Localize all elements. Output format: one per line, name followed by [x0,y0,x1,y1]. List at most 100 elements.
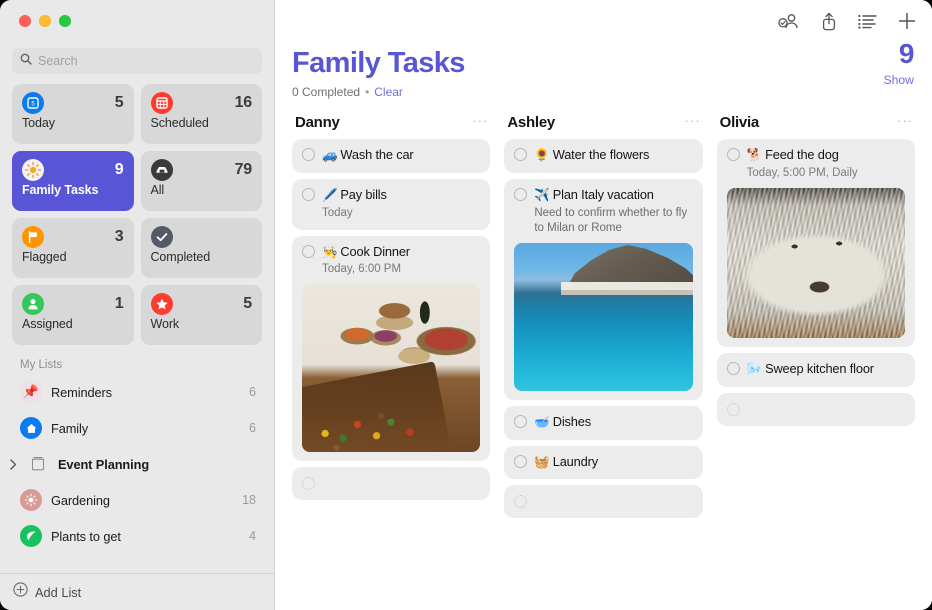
task-title: Water the flowers [553,147,650,162]
sidebar-item-gardening[interactable]: Gardening 18 [10,482,264,518]
zoom-window-button[interactable] [59,15,71,27]
column-menu-button[interactable]: ··· [472,114,488,131]
task-due-date: Today, 6:00 PM [322,262,480,277]
clear-completed-button[interactable]: Clear [374,85,403,99]
list-header: Family Tasks 0 Completed • Clear 9 Show [275,42,932,99]
complete-toggle[interactable] [514,415,527,428]
main-content: Family Tasks 0 Completed • Clear 9 Show … [275,0,932,610]
complete-toggle[interactable] [514,495,527,508]
add-people-icon[interactable] [778,12,800,30]
smart-list-completed[interactable]: Completed [141,218,263,278]
cook-emoji-icon: 👨‍🍳 [322,245,337,259]
sidebar-item-event-planning[interactable]: Event Planning [10,446,264,482]
list-label: Family [51,421,240,436]
list-count: 6 [249,421,256,435]
list-view-icon[interactable] [858,14,877,29]
task-card[interactable]: 🌬️Sweep kitchen floor [717,353,915,387]
house-icon [20,417,42,439]
smart-list-count: 9 [115,161,124,179]
task-card[interactable]: 🚙Wash the car [292,139,490,173]
task-card[interactable]: 🥣Dishes [504,406,702,440]
plus-icon[interactable] [898,12,916,30]
search-icon [20,52,32,70]
smart-list-family-tasks[interactable]: 9 Family Tasks [12,151,134,211]
task-card[interactable]: 👨‍🍳Cook Dinner Today, 6:00 PM [292,236,490,462]
smart-list-scheduled[interactable]: 16 Scheduled [141,84,263,144]
plus-circle-icon [13,582,28,602]
complete-toggle[interactable] [727,362,740,375]
chevron-right-icon[interactable] [8,459,19,470]
search-field[interactable] [12,48,262,74]
complete-toggle[interactable] [302,477,315,490]
smart-list-count: 79 [235,161,252,179]
complete-toggle[interactable] [514,455,527,468]
column-header: Danny ··· [292,111,490,133]
broom-emoji-icon: 🌬️ [747,362,762,376]
reminder-count: 9 [884,40,915,68]
smart-list-label: Assigned [22,317,124,331]
search-input[interactable] [38,54,254,68]
smart-list-assigned[interactable]: 1 Assigned [12,285,134,345]
task-title: Laundry [553,454,598,469]
calendar-day-icon: 5 [22,92,44,114]
sun-icon [22,159,44,181]
complete-toggle[interactable] [514,148,527,161]
checkmark-icon [151,226,173,248]
share-icon[interactable] [821,12,837,31]
list-label: Event Planning [58,457,247,472]
task-due-date: Today, 5:00 PM, Daily [747,166,905,181]
traffic-light-controls [0,0,274,42]
complete-toggle[interactable] [727,148,740,161]
task-card[interactable]: 🐕Feed the dog Today, 5:00 PM, Daily [717,139,915,347]
new-task-row[interactable] [504,485,702,518]
task-title-row: 🖊️Pay bills [322,187,480,204]
reminder-count-badge: 9 Show [884,40,915,87]
reminders-window: 5 5 Today [0,0,932,610]
sidebar-item-family[interactable]: Family 6 [10,410,264,446]
task-due-date: Today [322,206,480,221]
minimize-window-button[interactable] [39,15,51,27]
smart-list-label: Flagged [22,250,124,264]
complete-toggle[interactable] [302,148,315,161]
smart-list-work[interactable]: 5 Work [141,285,263,345]
task-card[interactable]: 🖊️Pay bills Today [292,179,490,230]
smart-list-flagged[interactable]: 3 Flagged [12,218,134,278]
task-card[interactable]: 🧺Laundry [504,446,702,480]
list-count: 4 [249,529,256,543]
complete-toggle[interactable] [302,188,315,201]
column-danny: Danny ··· 🚙Wash the car [292,111,490,610]
column-ashley: Ashley ··· 🌻 Water the flowers [504,111,702,610]
sidebar-item-reminders[interactable]: 📌 Reminders 6 [10,374,264,410]
task-card[interactable]: ✈️ Plan Italy vacation Need to confirm wh… [504,179,702,400]
complete-toggle[interactable] [727,403,740,416]
task-attachment-image[interactable] [302,284,480,452]
column-menu-button[interactable]: ··· [897,114,913,131]
sidebar-item-plants-to-get[interactable]: Plants to get 4 [10,518,264,554]
task-card[interactable]: 🌻 Water the flowers [504,139,702,173]
task-attachment-image[interactable] [727,188,905,338]
task-title-row: 👨‍🍳Cook Dinner [322,244,480,261]
column-title: Ashley [507,114,555,131]
complete-toggle[interactable] [514,188,527,201]
dog-emoji-icon: 🐕 [747,148,762,162]
close-window-button[interactable] [19,15,31,27]
task-note: Need to confirm whether to fly to Milan … [534,206,692,236]
task-title: Feed the dog [765,147,839,162]
show-completed-button[interactable]: Show [884,73,915,87]
pen-emoji-icon: 🖊️ [322,188,337,202]
pushpin-icon: 📌 [20,381,42,403]
complete-toggle[interactable] [302,245,315,258]
smart-list-all[interactable]: 79 All [141,151,263,211]
new-task-row[interactable] [292,467,490,500]
task-title-row: 🚙Wash the car [322,147,480,164]
task-title: Plan Italy vacation [553,187,654,202]
column-menu-button[interactable]: ··· [685,114,701,131]
smart-list-today[interactable]: 5 5 Today [12,84,134,144]
task-attachment-image[interactable] [514,243,692,391]
sunflower-emoji-icon: 🌻 [534,148,549,162]
folder-icon [27,453,49,475]
add-list-button[interactable]: Add List [0,573,274,610]
airplane-emoji-icon: ✈️ [534,188,549,202]
task-title: Cook Dinner [340,244,409,259]
new-task-row[interactable] [717,393,915,426]
